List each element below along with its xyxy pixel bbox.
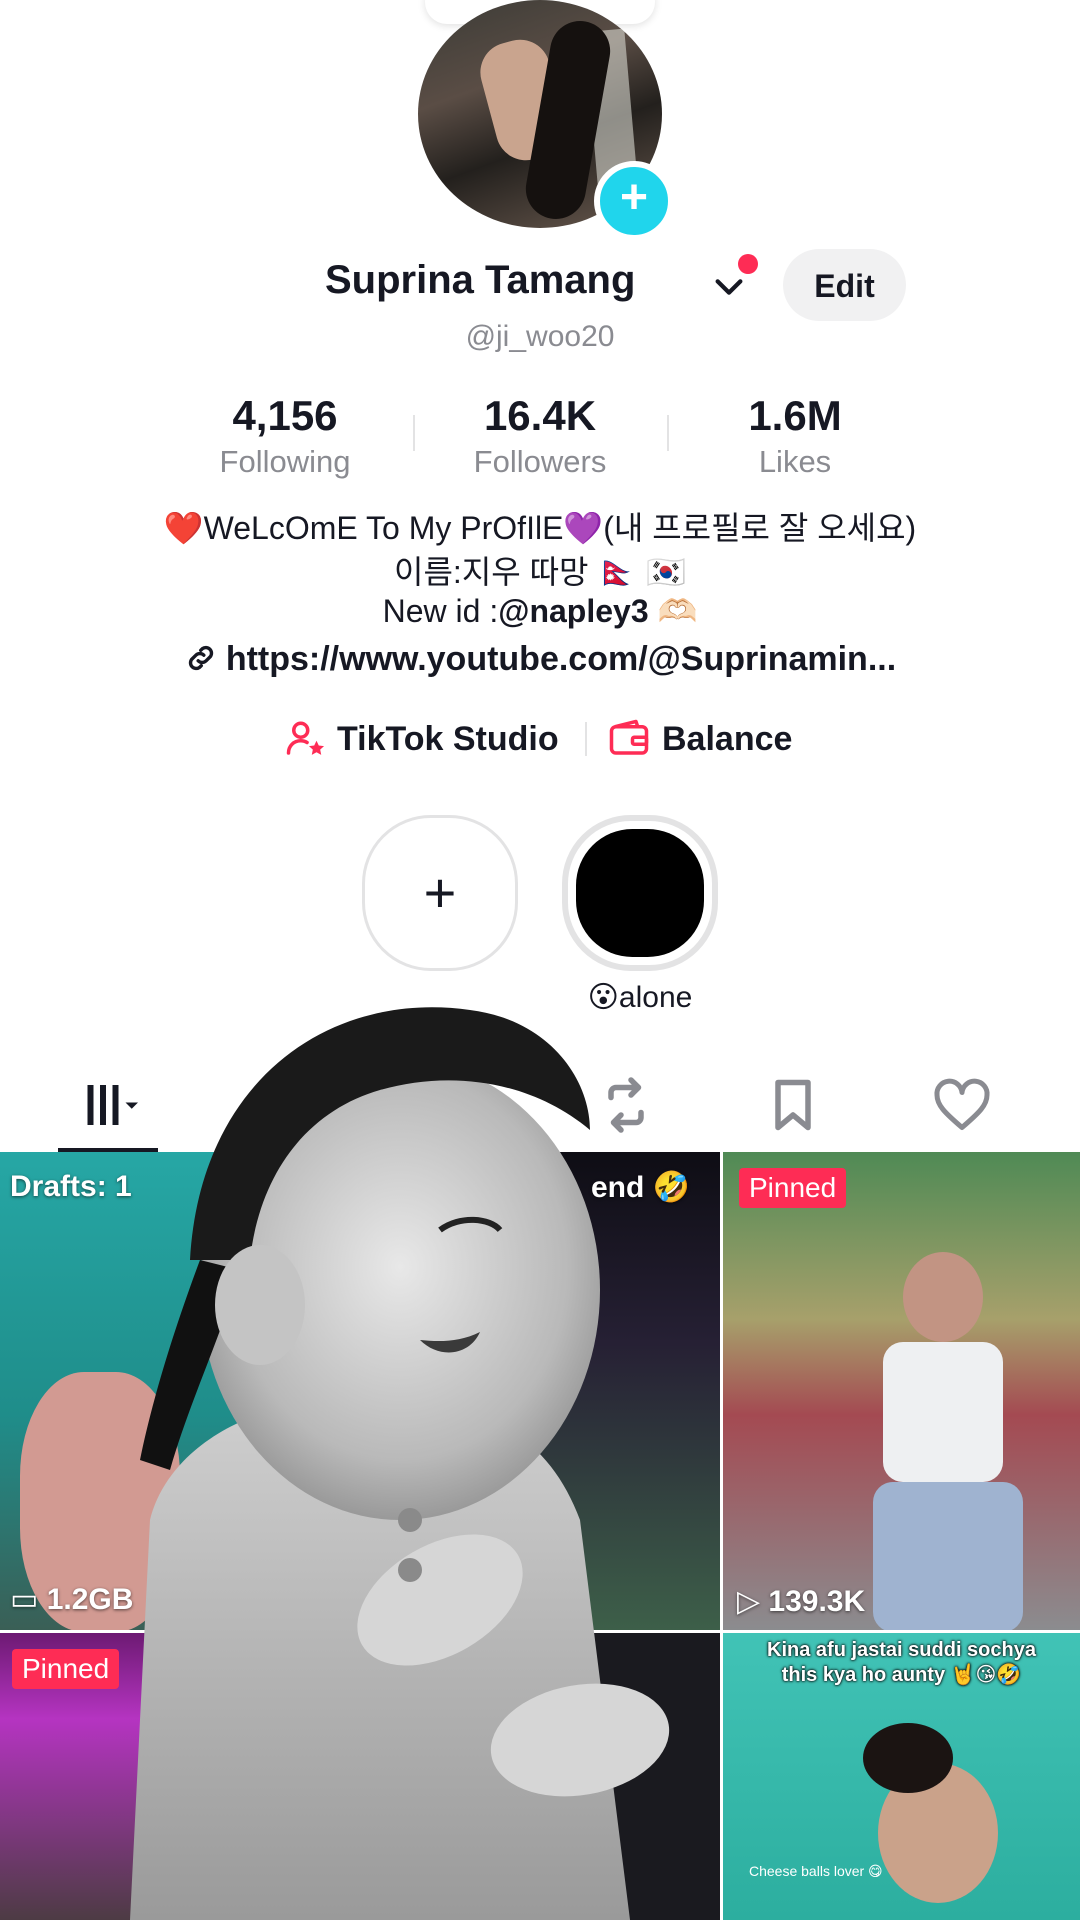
- bio-line-3-emoji: 🫶🏻: [657, 593, 698, 629]
- following-count: 4,156: [232, 392, 338, 439]
- stat-likes[interactable]: 1.6M Likes: [685, 392, 905, 480]
- video-tile-pinned[interactable]: Pinned ▷ 139.3K: [723, 1152, 1080, 1630]
- stat-divider: [413, 415, 415, 451]
- studio-person-star-icon: [286, 721, 325, 755]
- drafts-folder-icon: ▭: [10, 1583, 39, 1616]
- pinned-badge: Pinned: [739, 1168, 847, 1208]
- bio-line-2: 이름:지우 따망 🇳🇵 🇰🇷: [394, 554, 686, 590]
- bio-link[interactable]: https://www.youtube.com/@Suprinamin...: [0, 640, 1080, 679]
- add-highlight-button[interactable]: +: [362, 815, 518, 971]
- tiktok-studio-button[interactable]: TikTok Studio: [285, 718, 559, 760]
- baby-overlay-image: [130, 1007, 670, 1920]
- link-icon: [188, 645, 213, 671]
- bio-line-1: ❤️WeLcOmE To My PrOfIlE💜(내 프로필로 잘 오세요): [163, 510, 917, 546]
- bio-link-text[interactable]: https://www.youtube.com/@Suprinamin...: [226, 640, 896, 678]
- tools-divider: [585, 722, 587, 756]
- heart-icon[interactable]: [932, 1075, 992, 1135]
- stat-followers[interactable]: 16.4K Followers: [430, 392, 650, 480]
- video-caption: Kina afu jastai suddi sochya this kya ho…: [723, 1639, 1080, 1687]
- bio-line-3: New id :@napley3 🫶🏻: [0, 592, 1080, 630]
- bio-new-id[interactable]: @napley3: [498, 593, 648, 629]
- followers-label: Followers: [473, 444, 607, 479]
- video-caption-line-2: this kya ho aunty 🤘😘🤣: [781, 1664, 1022, 1686]
- bookmark-icon[interactable]: [763, 1075, 823, 1135]
- stat-divider: [667, 415, 669, 451]
- bio-line-3-prefix: New id :: [382, 593, 499, 629]
- profile-name: Suprina Tamang: [325, 258, 636, 302]
- balance-button[interactable]: Balance: [608, 718, 792, 760]
- stat-following[interactable]: 4,156 Following: [175, 392, 395, 480]
- likes-count: 1.6M: [748, 392, 842, 439]
- wallet-icon: [609, 719, 649, 755]
- notification-dot: [738, 254, 758, 274]
- tiktok-studio-label: TikTok Studio: [337, 719, 559, 758]
- view-count: ▷ 139.3K: [737, 1584, 865, 1619]
- chevron-down-icon[interactable]: [712, 270, 746, 304]
- view-count-value: 139.3K: [768, 1585, 866, 1618]
- likes-label: Likes: [758, 444, 832, 479]
- pinned-badge: Pinned: [12, 1649, 120, 1689]
- profile-handle: @ji_woo20: [465, 320, 615, 353]
- video-tile[interactable]: Kina afu jastai suddi sochya this kya ho…: [723, 1633, 1080, 1920]
- add-story-plus-icon[interactable]: +: [594, 161, 674, 241]
- following-label: Following: [219, 444, 351, 479]
- story-highlight[interactable]: [562, 815, 718, 971]
- video-caption-line-1: Kina afu jastai suddi sochya: [767, 1639, 1036, 1661]
- edit-profile-button[interactable]: Edit: [783, 249, 906, 321]
- balance-label: Balance: [662, 719, 793, 758]
- play-icon: ▷: [737, 1585, 761, 1618]
- video-small-caption: Cheese balls lover 😋: [749, 1863, 883, 1879]
- followers-count: 16.4K: [483, 392, 597, 439]
